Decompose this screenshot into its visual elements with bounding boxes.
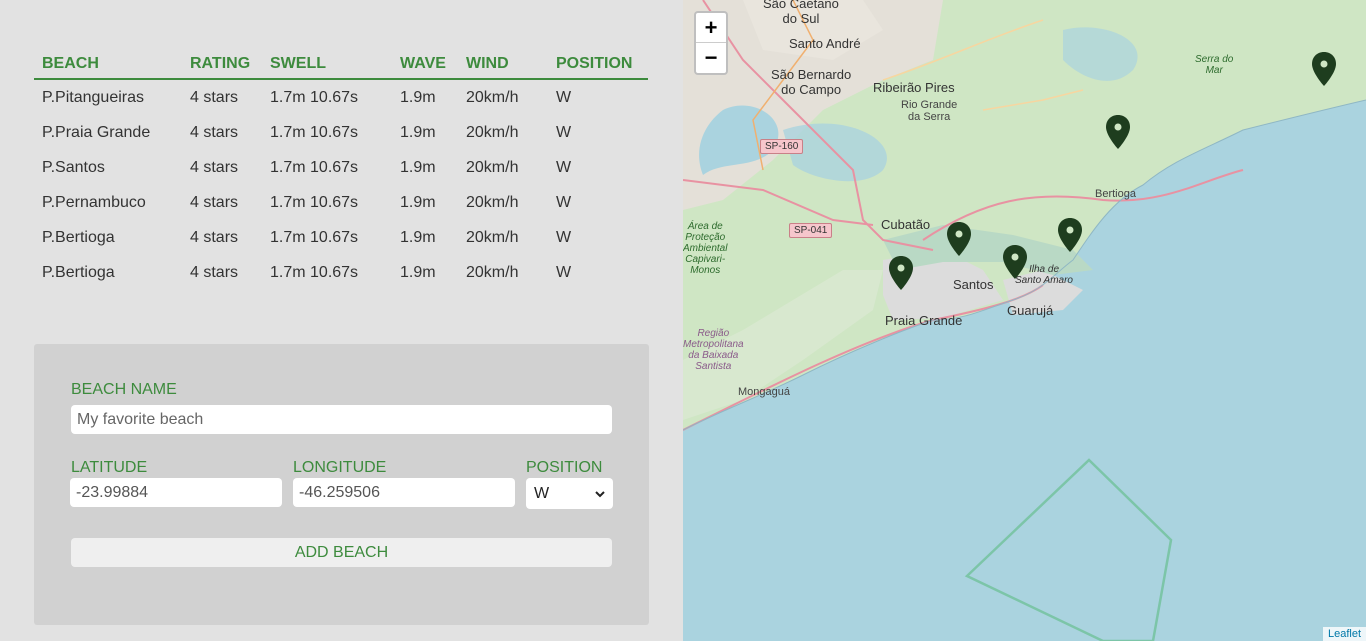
header-wave: WAVE xyxy=(396,50,462,80)
cell-wave: 1.9m xyxy=(400,88,436,106)
map-label-guaruja: Guarujá xyxy=(1007,303,1054,318)
cell-rating: 4 stars xyxy=(190,263,239,281)
beach-name-input[interactable] xyxy=(71,405,612,434)
map-label-praia-grande: Praia Grande xyxy=(885,313,963,328)
map-attribution-link[interactable]: Leaflet xyxy=(1322,627,1366,641)
cell-beach: P.Pernambuco xyxy=(42,193,146,211)
cell-swell: 1.7m 10.67s xyxy=(270,193,359,211)
cell-wave: 1.9m xyxy=(400,158,436,176)
cell-position: W xyxy=(556,228,572,246)
latitude-label: LATITUDE xyxy=(71,459,148,476)
map-label-santos: Santos xyxy=(953,277,994,292)
map-label-serra-do-mar: Serra do Mar xyxy=(1195,54,1234,76)
header-beach: BEACH xyxy=(34,50,186,80)
cell-position: W xyxy=(556,123,572,141)
cell-position: W xyxy=(556,158,572,176)
map-label-regiao-baixada: Região Metropolitana da Baixada Santista xyxy=(683,328,744,372)
cell-wind: 20km/h xyxy=(466,88,519,106)
road-shield-sp160: SP-160 xyxy=(760,139,804,154)
map-label-rio-grande: Rio Grande da Serra xyxy=(901,99,958,123)
add-beach-button[interactable]: ADD BEACH xyxy=(71,538,612,567)
map-panel[interactable]: São Caetano do Sul Santo André São Bernar… xyxy=(683,0,1366,641)
road-shield-sp041: SP-041 xyxy=(789,223,833,238)
cell-position: W xyxy=(556,193,572,211)
left-panel: BEACH RATING SWELL WAVE WIND POSITION P.… xyxy=(0,0,683,641)
map-label-mongagua: Mongaguá xyxy=(738,386,790,398)
cell-rating: 4 stars xyxy=(190,88,239,106)
cell-beach: P.Bertioga xyxy=(42,263,115,281)
map-marker-icon[interactable] xyxy=(1058,218,1082,252)
table-row[interactable]: P.Santos 4 stars 1.7m 10.67s 1.9m 20km/h… xyxy=(34,150,648,185)
cell-beach: P.Santos xyxy=(42,158,105,176)
table-row[interactable]: P.Bertioga 4 stars 1.7m 10.67s 1.9m 20km… xyxy=(34,220,648,255)
cell-wind: 20km/h xyxy=(466,263,519,281)
header-position: POSITION xyxy=(552,50,648,80)
add-beach-form: BEACH NAME LATITUDE LONGITUDE POSITION W… xyxy=(34,344,649,625)
cell-wind: 20km/h xyxy=(466,193,519,211)
zoom-control: + − xyxy=(694,11,728,75)
cell-rating: 4 stars xyxy=(190,158,239,176)
table-row[interactable]: P.Bertioga 4 stars 1.7m 10.67s 1.9m 20km… xyxy=(34,255,648,290)
zoom-in-button[interactable]: + xyxy=(696,13,726,43)
map-label-area-capivari: Área de Proteção Ambiental Capivari- Monos xyxy=(683,221,728,276)
map-marker-icon[interactable] xyxy=(889,256,913,290)
cell-position: W xyxy=(556,88,572,106)
map-marker-icon[interactable] xyxy=(947,222,971,256)
cell-swell: 1.7m 10.67s xyxy=(270,158,359,176)
longitude-input[interactable] xyxy=(293,478,515,507)
header-swell: SWELL xyxy=(266,50,396,80)
cell-wind: 20km/h xyxy=(466,158,519,176)
header-rating: RATING xyxy=(186,50,266,80)
position-select-value: W xyxy=(534,484,550,502)
table-row[interactable]: P.Pitangueiras 4 stars 1.7m 10.67s 1.9m … xyxy=(34,79,648,115)
cell-wind: 20km/h xyxy=(466,228,519,246)
map-label-bertioga: Bertioga xyxy=(1095,188,1136,200)
cell-wave: 1.9m xyxy=(400,228,436,246)
table-header-row: BEACH RATING SWELL WAVE WIND POSITION xyxy=(34,50,648,80)
map-label-sao-caetano: São Caetano do Sul xyxy=(763,0,839,26)
table-row[interactable]: P.Praia Grande 4 stars 1.7m 10.67s 1.9m … xyxy=(34,115,648,150)
map-marker-icon[interactable] xyxy=(1003,245,1027,279)
cell-rating: 4 stars xyxy=(190,228,239,246)
latitude-input[interactable] xyxy=(70,478,282,507)
position-select[interactable]: W xyxy=(526,478,613,509)
position-label: POSITION xyxy=(526,459,603,476)
cell-wave: 1.9m xyxy=(400,123,436,141)
cell-beach: P.Praia Grande xyxy=(42,123,151,141)
table-row[interactable]: P.Pernambuco 4 stars 1.7m 10.67s 1.9m 20… xyxy=(34,185,648,220)
cell-position: W xyxy=(556,263,572,281)
cell-wind: 20km/h xyxy=(466,123,519,141)
beach-name-label: BEACH NAME xyxy=(71,381,177,398)
cell-rating: 4 stars xyxy=(190,123,239,141)
cell-rating: 4 stars xyxy=(190,193,239,211)
map-marker-icon[interactable] xyxy=(1106,115,1130,149)
beach-table: BEACH RATING SWELL WAVE WIND POSITION P.… xyxy=(34,50,648,290)
cell-swell: 1.7m 10.67s xyxy=(270,123,359,141)
map-label-cubatao: Cubatão xyxy=(881,217,931,232)
map-label-sao-bernardo: São Bernardo do Campo xyxy=(771,67,852,97)
app-root: BEACH RATING SWELL WAVE WIND POSITION P.… xyxy=(0,0,1366,641)
map-marker-icon[interactable] xyxy=(1312,52,1336,86)
map-label-ribeirao-pires: Ribeirão Pires xyxy=(873,80,955,95)
cell-beach: P.Bertioga xyxy=(42,228,115,246)
cell-wave: 1.9m xyxy=(400,193,436,211)
cell-swell: 1.7m 10.67s xyxy=(270,263,359,281)
chevron-down-icon xyxy=(595,485,605,503)
cell-swell: 1.7m 10.67s xyxy=(270,228,359,246)
cell-wave: 1.9m xyxy=(400,263,436,281)
header-wind: WIND xyxy=(462,50,552,80)
longitude-label: LONGITUDE xyxy=(293,459,387,476)
map-label-santo-andre: Santo André xyxy=(789,36,861,51)
cell-beach: P.Pitangueiras xyxy=(42,88,144,106)
zoom-out-button[interactable]: − xyxy=(696,43,726,73)
cell-swell: 1.7m 10.67s xyxy=(270,88,359,106)
